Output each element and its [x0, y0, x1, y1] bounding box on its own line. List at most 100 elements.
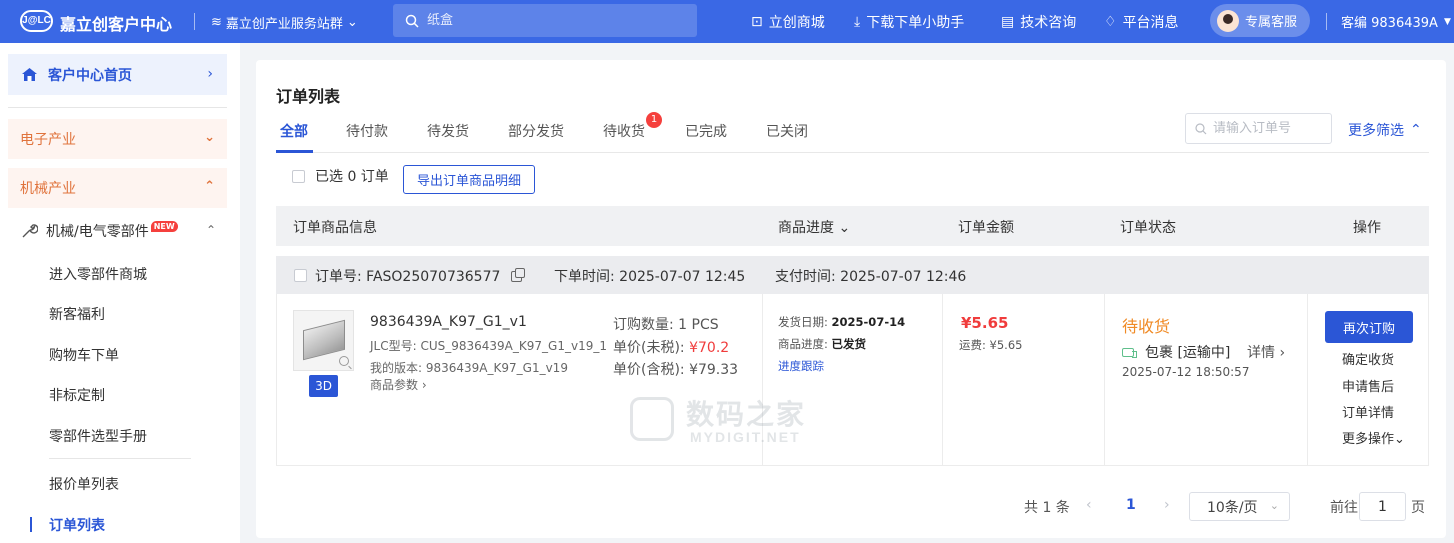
unit-pre-value: ¥70.2 — [689, 340, 730, 356]
confirm-receipt-link[interactable]: 确定收货 — [1342, 349, 1394, 368]
tab-all[interactable]: 全部 — [280, 121, 308, 141]
order-checkbox[interactable] — [294, 269, 307, 282]
ship-date-label: 发货日期: — [778, 315, 828, 329]
product-progress: 商品进度: 已发货 — [778, 336, 866, 352]
chevron-up-icon: ⌃ — [205, 223, 216, 237]
service-label: 专属客服 — [1245, 15, 1298, 30]
nav-mall[interactable]: ⊡ 立创商城 — [751, 12, 825, 32]
reorder-button[interactable]: 再次订购 — [1325, 311, 1413, 343]
divider — [1307, 294, 1308, 465]
col-product-info: 订单商品信息 — [293, 220, 377, 236]
col-amount: 订单金额 — [958, 220, 1014, 236]
sidebar-item-quotes[interactable]: 报价单列表 — [49, 474, 119, 494]
paid-value: 2025-07-07 12:46 — [840, 269, 967, 285]
chevron-right-icon: › — [207, 66, 213, 82]
sidebar-item-new-customer[interactable]: 新客福利 — [49, 304, 105, 324]
col-progress[interactable]: 商品进度 ⌄ — [778, 217, 850, 237]
nav-messages-label: 平台消息 — [1122, 15, 1179, 31]
tab-active-indicator — [276, 150, 313, 153]
more-actions-dropdown[interactable]: 更多操作⌄ — [1342, 428, 1405, 447]
page-number[interactable]: 1 — [1126, 497, 1136, 513]
order-number-label: 订单号: — [315, 269, 362, 285]
export-details-button[interactable]: 导出订单商品明细 — [403, 165, 535, 194]
table-header: 订单商品信息 商品进度 ⌄ 订单金额 订单状态 操作 — [276, 206, 1429, 246]
sidebar-item-orders[interactable]: 订单列表 — [49, 515, 105, 535]
more-filter-label: 更多筛选 — [1348, 123, 1404, 139]
tab-closed[interactable]: 已关闭 — [766, 121, 808, 141]
tab-partial-shipped[interactable]: 部分发货 — [508, 121, 564, 141]
3d-view-badge[interactable]: 3D — [309, 375, 338, 397]
progress-label: 商品进度: — [778, 337, 828, 351]
order-amount: ¥5.65 — [961, 314, 1009, 332]
active-indicator — [30, 517, 32, 532]
order-quantity: 订购数量: 1 PCS — [613, 317, 719, 333]
next-page-icon[interactable]: › — [1164, 497, 1170, 513]
sidebar-group-mech-parts[interactable]: 机械/电气零部件 NEW ⌃ — [20, 221, 220, 241]
sidebar-category-electronics[interactable]: 电子产业 ⌄ — [8, 119, 227, 159]
tab-pending-payment[interactable]: 待付款 — [346, 121, 388, 141]
category-label: 电子产业 — [20, 132, 76, 148]
account-menu[interactable]: 客编 9836439A ▼ — [1341, 12, 1451, 31]
unit-price-pre-tax: 单价(未税): ¥70.2 — [613, 337, 729, 357]
download-icon: ⤓ — [854, 14, 861, 30]
global-search[interactable] — [393, 4, 697, 37]
search-icon — [1195, 122, 1207, 134]
order-placed-time: 下单时间: 2025-07-07 12:45 — [554, 266, 745, 286]
logistics-status: 包裹 [运输中] — [1122, 342, 1230, 362]
group-label: 机械/电气零部件 — [46, 224, 149, 240]
nav-tech-consult[interactable]: ▤ 技术咨询 — [1001, 12, 1076, 32]
copy-icon[interactable] — [510, 268, 525, 282]
sidebar-item-selection-manual[interactable]: 零部件选型手册 — [49, 426, 147, 446]
tab-pending-receipt[interactable]: 待收货 — [603, 121, 645, 141]
progress-value: 已发货 — [831, 337, 867, 351]
selection-row: 已选 0 订单 — [292, 166, 389, 186]
more-filter-toggle[interactable]: 更多筛选 ⌃ — [1348, 120, 1422, 140]
order-search[interactable] — [1185, 113, 1332, 144]
brand-title[interactable]: 嘉立创客户中心 — [60, 11, 172, 35]
track-progress-link[interactable]: 进度跟踪 — [778, 358, 824, 374]
site-switch-dropdown[interactable]: ≋ 嘉立创产业服务站群 ⌄ — [211, 13, 358, 32]
order-search-input[interactable] — [1213, 121, 1325, 136]
placed-label: 下单时间: — [554, 269, 615, 285]
order-paid-time: 支付时间: 2025-07-07 12:46 — [775, 266, 966, 286]
order-list-panel: 订单列表 全部 待付款 待发货 部分发货 待收货 1 已完成 已关闭 更多筛选 … — [256, 60, 1446, 538]
product-params-link[interactable]: 商品参数 › — [370, 376, 427, 393]
logistics-detail-link[interactable]: 详情 › — [1247, 342, 1285, 362]
order-number-value: FASO25070736577 — [366, 269, 501, 285]
select-all-checkbox[interactable] — [292, 169, 305, 183]
product-thumbnail[interactable] — [293, 310, 354, 371]
global-search-input[interactable] — [427, 13, 687, 28]
goto-page-input[interactable] — [1359, 492, 1406, 521]
prev-page-icon[interactable]: ‹ — [1086, 497, 1092, 513]
tab-completed[interactable]: 已完成 — [685, 121, 727, 141]
nav-messages[interactable]: ♢ 平台消息 — [1104, 12, 1179, 32]
order-detail-link[interactable]: 订单详情 — [1342, 402, 1394, 421]
sidebar-item-home[interactable]: 客户中心首页 › — [8, 54, 227, 95]
jlc-logo-icon[interactable]: J@LC — [20, 10, 53, 32]
dedicated-service-button[interactable]: 专属客服 — [1210, 4, 1310, 37]
col-actions: 操作 — [1353, 220, 1381, 236]
page-size-select[interactable]: 10条/页 ⌄ — [1189, 492, 1290, 521]
ship-date: 发货日期: 2025-07-14 — [778, 314, 905, 330]
chevron-down-icon: ⌄ — [346, 15, 358, 30]
zoom-icon[interactable] — [339, 356, 349, 366]
sidebar-item-custom[interactable]: 非标定制 — [49, 385, 105, 405]
top-bar: J@LC 嘉立创客户中心 ≋ 嘉立创产业服务站群 ⌄ ⊡ 立创商城 ⤓ 下载下单… — [0, 0, 1454, 43]
divider — [1326, 13, 1327, 30]
category-label: 机械产业 — [20, 181, 76, 197]
pager-total: 共 1 条 — [1024, 500, 1070, 516]
my-version: 我的版本: 9836439A_K97_G1_v19 — [370, 361, 568, 375]
site-switch-label: 嘉立创产业服务站群 — [225, 17, 343, 32]
nav-download-helper[interactable]: ⤓ 下载下单小助手 — [854, 12, 964, 32]
order-status: 待收货 — [1122, 317, 1171, 336]
sidebar-category-mechanical[interactable]: 机械产业 ⌃ — [8, 168, 227, 208]
account-id: 客编 9836439A — [1341, 16, 1438, 31]
more-actions-label: 更多操作 — [1342, 432, 1395, 447]
divider — [194, 13, 195, 30]
tab-pending-shipment[interactable]: 待发货 — [427, 121, 469, 141]
sidebar-item-cart-order[interactable]: 购物车下单 — [49, 345, 119, 365]
col-status: 订单状态 — [1120, 220, 1176, 236]
after-sales-link[interactable]: 申请售后 — [1342, 376, 1394, 395]
goto-label: 前往 — [1330, 500, 1358, 516]
sidebar-item-parts-mall[interactable]: 进入零部件商城 — [49, 264, 147, 284]
